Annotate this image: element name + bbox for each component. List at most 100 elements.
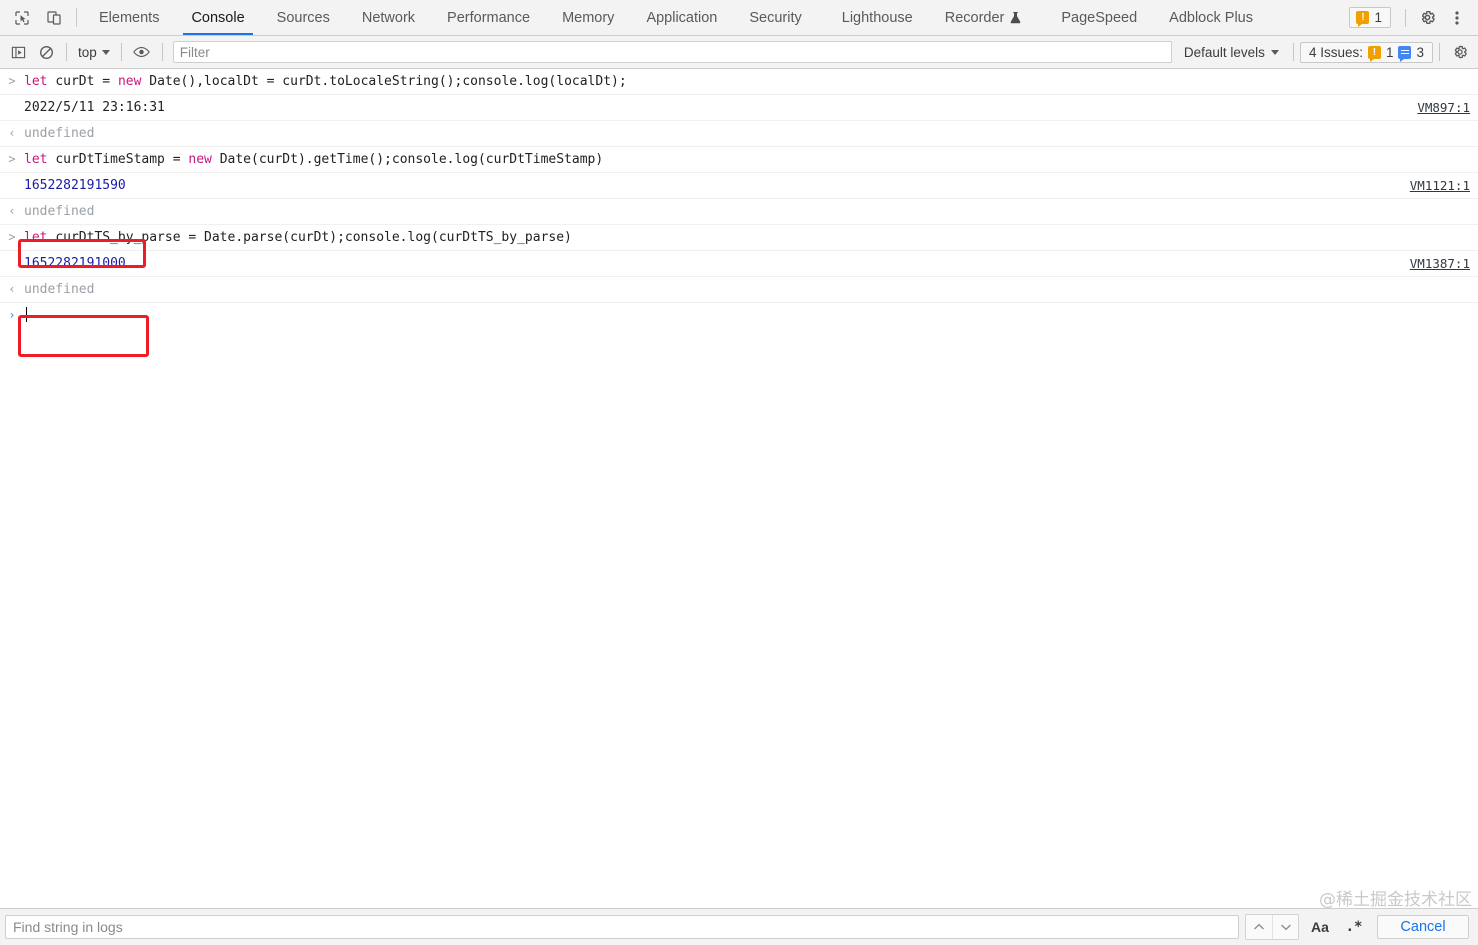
console-row[interactable]: > let curDtTimeStamp = new Date(curDt).ge… bbox=[0, 147, 1478, 173]
devtools-tabbar: Elements Console Sources Network Perform… bbox=[0, 0, 1478, 36]
console-settings-gear-icon[interactable] bbox=[1446, 39, 1474, 65]
token-undef: undefined bbox=[24, 204, 95, 219]
search-nav-group bbox=[1245, 914, 1299, 940]
input-arrow-icon: > bbox=[8, 152, 16, 166]
console-row-text: undefined bbox=[24, 280, 1478, 299]
settings-gear-icon[interactable] bbox=[1412, 3, 1442, 33]
console-row-text: 1652282191000 bbox=[24, 254, 1410, 273]
console-prompt-input[interactable] bbox=[24, 306, 1478, 325]
token-plain: Date(curDt).getTime();console.log(curDtT… bbox=[219, 152, 604, 167]
token-num: 1652282191590 bbox=[24, 178, 126, 193]
token-logtxt: 2022/5/11 23:16:31 bbox=[24, 100, 165, 115]
log-level-selector[interactable]: Default levels bbox=[1176, 45, 1287, 60]
token-undef: undefined bbox=[24, 282, 95, 297]
filterbar-divider-4 bbox=[1292, 43, 1294, 61]
token-kw: let bbox=[24, 152, 56, 167]
experiment-flask-icon bbox=[1010, 11, 1021, 24]
issues-summary-label: 4 Issues: bbox=[1308, 44, 1363, 60]
tab-performance[interactable]: Performance bbox=[431, 0, 546, 35]
console-row[interactable]: ‹ undefined bbox=[0, 199, 1478, 225]
issues-info-count: 3 bbox=[1416, 44, 1424, 60]
tab-memory[interactable]: Memory bbox=[546, 0, 630, 35]
match-case-toggle[interactable]: Aa bbox=[1307, 915, 1333, 939]
tab-sources[interactable]: Sources bbox=[261, 0, 346, 35]
token-kw: new bbox=[188, 152, 220, 167]
console-rows: > let curDt = new Date(),localDt = curDt.… bbox=[0, 69, 1478, 303]
execution-context-selector[interactable]: top bbox=[73, 43, 115, 62]
console-sidebar-toggle-icon[interactable] bbox=[4, 39, 32, 65]
chevron-down-icon bbox=[1270, 49, 1279, 55]
tab-security[interactable]: Security bbox=[733, 0, 817, 35]
find-in-logs-input[interactable] bbox=[5, 915, 1239, 939]
token-plain: Date(),localDt = curDt.toLocaleString();… bbox=[149, 74, 627, 89]
tab-lighthouse[interactable]: Lighthouse bbox=[818, 0, 929, 35]
tab-recorder[interactable]: Recorder bbox=[929, 0, 1038, 35]
console-row[interactable]: 2022/5/11 23:16:31 VM897:1 bbox=[0, 95, 1478, 121]
console-row[interactable]: 1652282191000 VM1387:1 bbox=[0, 251, 1478, 277]
tab-performance-label: Performance bbox=[447, 9, 531, 26]
cancel-button[interactable]: Cancel bbox=[1377, 915, 1469, 939]
token-kw: let bbox=[24, 230, 56, 245]
tabbar-divider-2 bbox=[1405, 8, 1406, 27]
tabbar-divider-1 bbox=[76, 8, 77, 27]
console-row-text: let curDtTimeStamp = new Date(curDt).get… bbox=[24, 150, 1478, 169]
console-row[interactable]: > let curDtTS_by_parse = Date.parse(curDt… bbox=[0, 225, 1478, 251]
tab-application[interactable]: Application bbox=[630, 0, 733, 35]
source-link[interactable]: VM1121:1 bbox=[1410, 176, 1478, 195]
tab-adblock-plus[interactable]: Adblock Plus bbox=[1153, 0, 1269, 35]
chevron-down-icon bbox=[101, 49, 110, 55]
token-undef: undefined bbox=[24, 126, 95, 141]
inspect-element-icon[interactable] bbox=[6, 0, 38, 35]
tab-network[interactable]: Network bbox=[346, 0, 431, 35]
tab-application-label: Application bbox=[646, 9, 718, 26]
search-next-icon[interactable] bbox=[1272, 915, 1298, 939]
console-log-area[interactable]: > let curDt = new Date(),localDt = curDt.… bbox=[0, 69, 1478, 908]
token-kw: let bbox=[24, 74, 56, 89]
token-kw: new bbox=[117, 74, 150, 89]
console-row[interactable]: > let curDt = new Date(),localDt = curDt.… bbox=[0, 69, 1478, 95]
source-link[interactable]: VM1387:1 bbox=[1410, 254, 1478, 273]
console-row-text: 1652282191590 bbox=[24, 176, 1410, 195]
tab-console[interactable]: Console bbox=[175, 0, 260, 35]
issues-summary[interactable]: 4 Issues: 1 3 bbox=[1299, 41, 1433, 63]
console-filter-input[interactable] bbox=[172, 41, 1172, 63]
execution-context-label: top bbox=[78, 44, 97, 60]
search-prev-icon[interactable] bbox=[1246, 915, 1272, 939]
tab-elements[interactable]: Elements bbox=[83, 0, 175, 35]
result-arrow-icon: ‹ bbox=[8, 282, 16, 296]
filterbar-divider-3 bbox=[161, 43, 163, 61]
regex-label: .* bbox=[1345, 919, 1363, 935]
device-toolbar-icon[interactable] bbox=[38, 0, 70, 35]
warning-icon bbox=[1356, 11, 1370, 27]
tab-console-label: Console bbox=[191, 9, 245, 26]
console-row[interactable]: ‹ undefined bbox=[0, 277, 1478, 303]
issues-warning-count: 1 bbox=[1385, 44, 1394, 60]
find-in-logs-bar: @稀土掘金技术社区 Aa .* Cancel bbox=[0, 890, 1478, 945]
tab-lighthouse-label: Lighthouse bbox=[841, 9, 913, 26]
more-options-icon[interactable] bbox=[1442, 3, 1472, 33]
token-num: 1652282191000 bbox=[24, 256, 126, 271]
text-cursor bbox=[26, 307, 27, 322]
input-arrow-icon: > bbox=[8, 230, 16, 244]
devtools-window: Elements Console Sources Network Perform… bbox=[0, 0, 1478, 945]
clear-console-icon[interactable] bbox=[32, 39, 60, 65]
console-filter-toolbar: top Default levels 4 Issues: 1 3 bbox=[0, 36, 1478, 69]
regex-toggle[interactable]: .* bbox=[1341, 915, 1367, 939]
issues-badge[interactable]: 1 bbox=[1349, 7, 1391, 28]
live-expression-eye-icon[interactable] bbox=[128, 39, 156, 65]
console-row[interactable]: 1652282191590 VM1121:1 bbox=[0, 173, 1478, 199]
tab-network-label: Network bbox=[361, 9, 416, 26]
console-row-text: let curDt = new Date(),localDt = curDt.t… bbox=[24, 72, 1478, 91]
console-row[interactable]: ‹ undefined bbox=[0, 121, 1478, 147]
source-link[interactable]: VM897:1 bbox=[1417, 98, 1478, 117]
tab-pagespeed[interactable]: PageSpeed bbox=[1037, 0, 1153, 35]
match-case-label: Aa bbox=[1311, 919, 1329, 935]
token-plain: curDtTS_by_parse = Date.parse(curDt);con… bbox=[55, 230, 572, 245]
prompt-arrow-icon: › bbox=[8, 308, 16, 322]
tab-recorder-label: Recorder bbox=[944, 9, 1005, 26]
console-prompt-row[interactable]: › bbox=[0, 303, 1478, 328]
tabbar-right-controls: 1 bbox=[1349, 0, 1478, 35]
warning-icon bbox=[1367, 45, 1381, 62]
tab-security-label: Security bbox=[749, 9, 802, 26]
console-row-text: let curDtTS_by_parse = Date.parse(curDt)… bbox=[24, 228, 1478, 247]
